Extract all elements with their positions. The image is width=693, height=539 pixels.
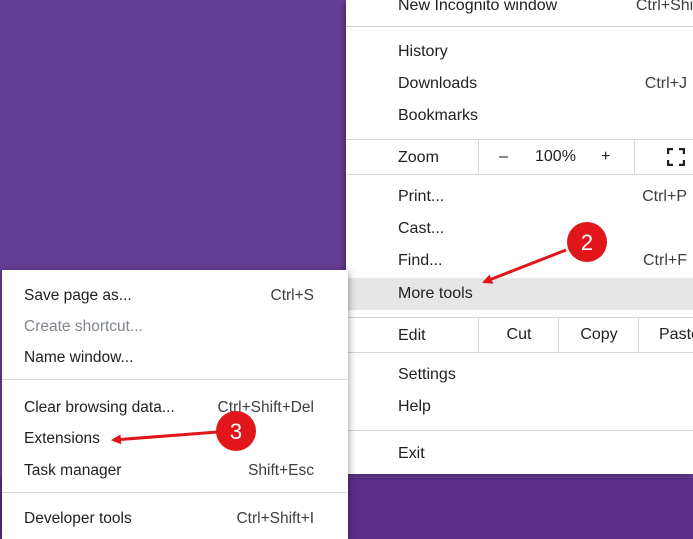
annotation-arrow-3 [111, 430, 219, 445]
annotation-badge-2-text: 2 [581, 230, 593, 255]
annotation-arrow-2 [482, 248, 567, 284]
annotation-overlay: 2 3 [111, 222, 607, 451]
annotation-badge-3-text: 3 [230, 419, 242, 444]
